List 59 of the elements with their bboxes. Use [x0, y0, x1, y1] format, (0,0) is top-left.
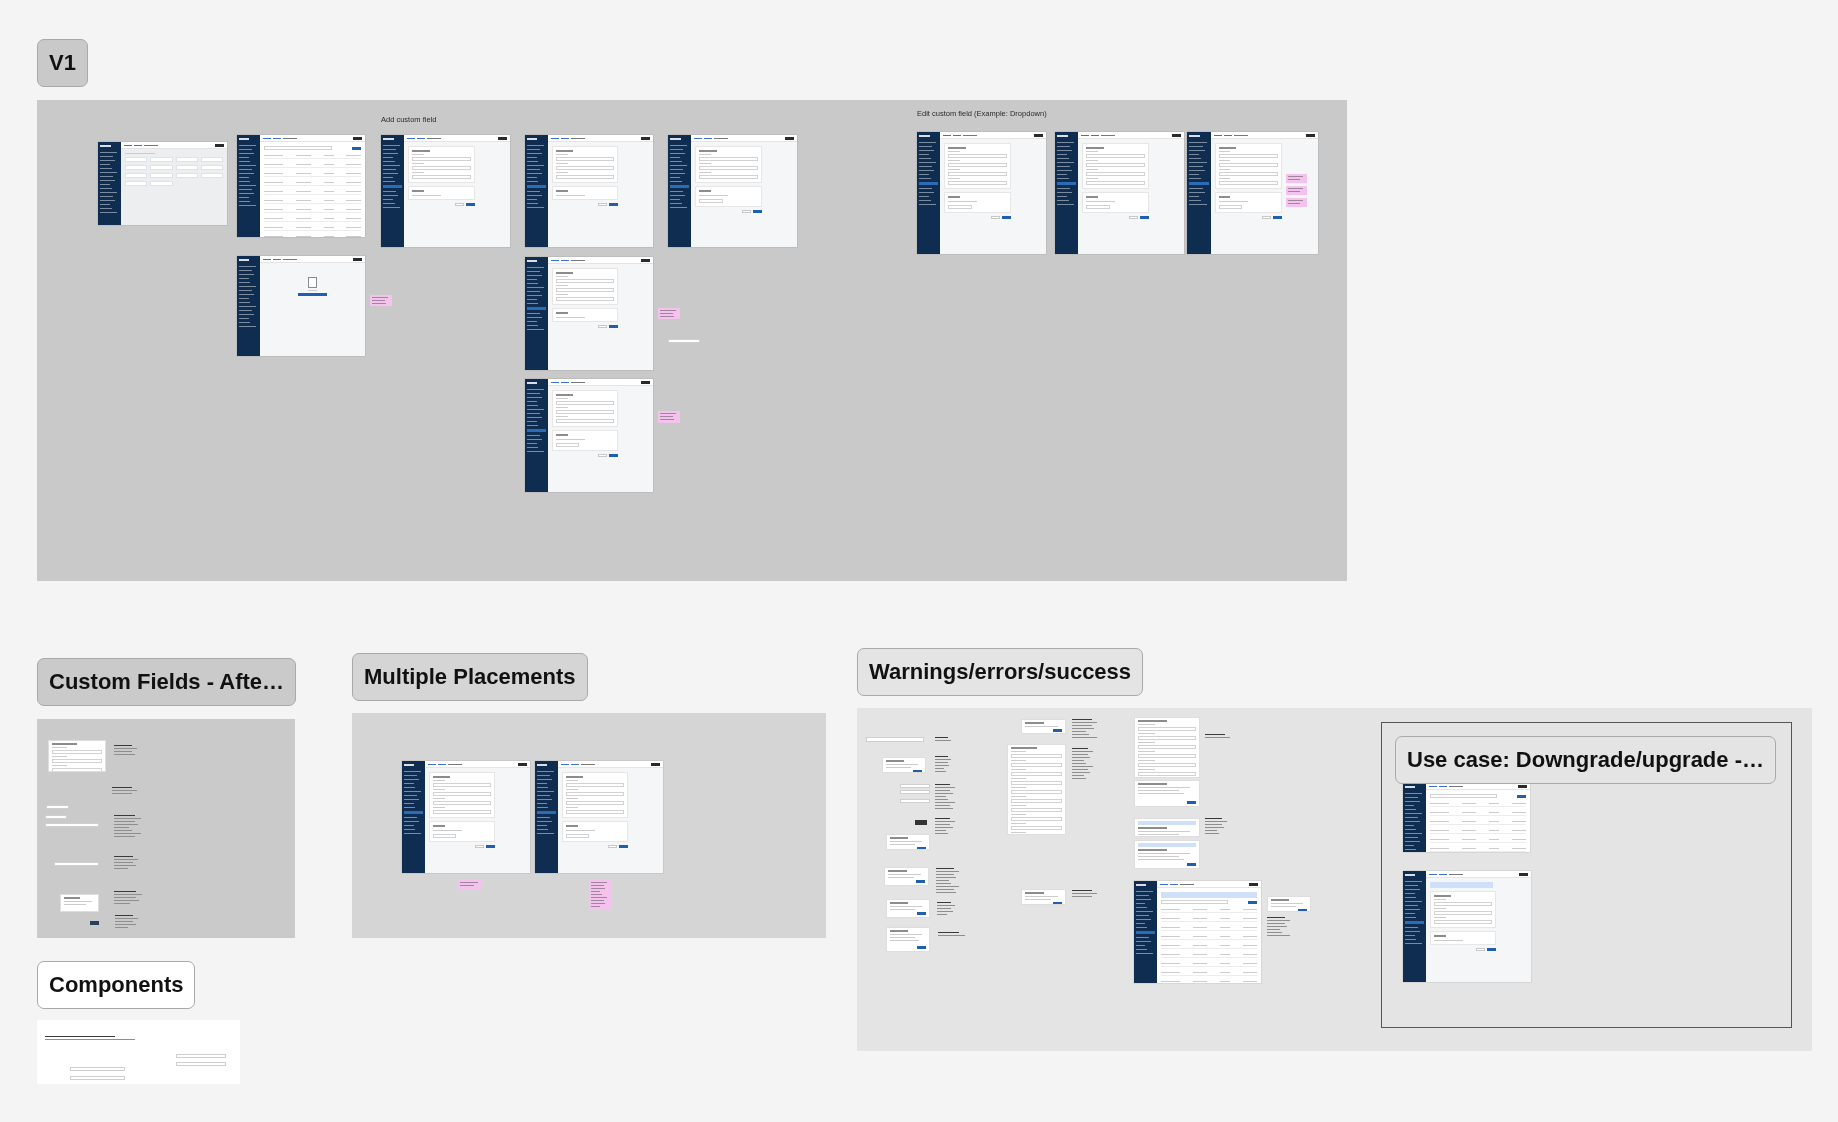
text-lines-thumbnail — [935, 818, 957, 837]
text-lines-thumbnail — [114, 856, 141, 870]
sticky-note — [370, 295, 392, 306]
card-thumbnail — [882, 757, 926, 773]
sticky-note — [458, 880, 482, 889]
card-thumbnail — [1134, 780, 1200, 807]
section-label: Components — [37, 961, 196, 1009]
text-lines-thumbnail — [112, 787, 140, 796]
sticky-note — [658, 308, 680, 319]
card-thumbnail — [886, 927, 930, 952]
text-lines-thumbnail — [1205, 818, 1229, 835]
sticky-note — [1286, 174, 1307, 183]
section-label: Use case: Downgrade/upgrade -… — [1395, 736, 1776, 784]
card-thumbnail — [1134, 717, 1200, 778]
section-label: Custom Fields - Afte… — [37, 658, 297, 706]
field-thumbnail — [70, 1076, 125, 1080]
card-thumbnail — [48, 740, 106, 772]
text-lines-thumbnail — [938, 932, 968, 937]
text-lines-thumbnail — [114, 745, 140, 756]
text-lines-thumbnail — [935, 737, 953, 742]
card-thumbnail — [1134, 818, 1200, 837]
field-thumbnail — [176, 1062, 226, 1066]
card-thumbnail — [884, 867, 929, 886]
field-thumbnail — [668, 339, 700, 343]
card-thumbnail — [60, 894, 99, 912]
text-lines-thumbnail — [1072, 719, 1100, 740]
button-thumbnail — [90, 921, 99, 925]
text-lines-thumbnail — [935, 756, 953, 775]
field-thumbnail — [45, 815, 67, 819]
card-thumbnail — [1134, 840, 1200, 869]
text-lines-thumbnail — [114, 891, 145, 907]
text-lines-thumbnail — [1267, 917, 1292, 938]
sticky-note — [1286, 186, 1307, 195]
card-thumbnail — [886, 834, 930, 850]
field-thumbnail — [46, 805, 69, 809]
text-lines-thumbnail — [1072, 890, 1100, 898]
tooltip-thumbnail — [915, 820, 927, 825]
field-thumbnail — [45, 823, 99, 827]
section-label: Warnings/errors/success — [857, 648, 1144, 696]
text-lines-thumbnail — [1072, 748, 1095, 781]
card-thumbnail — [1021, 719, 1066, 734]
sticky-note — [1286, 198, 1307, 207]
field-thumbnail — [176, 1054, 226, 1058]
text-lines-thumbnail — [114, 815, 144, 839]
card-thumbnail — [886, 899, 930, 918]
text-lines-thumbnail — [115, 915, 141, 931]
card-thumbnail — [1021, 889, 1066, 905]
text-lines-thumbnail — [935, 784, 957, 810]
text-lines-thumbnail — [937, 902, 957, 917]
field-thumbnail — [54, 862, 99, 866]
card-thumbnail — [1267, 896, 1311, 912]
text-lines-thumbnail — [936, 868, 961, 896]
section-label: V1 — [37, 39, 88, 87]
text-lines-thumbnail — [1205, 734, 1233, 739]
section-label: Multiple Placements — [352, 653, 588, 701]
field-thumbnail — [866, 737, 924, 742]
sticky-note — [589, 880, 611, 910]
sticky-note — [658, 411, 680, 423]
field-thumbnail — [70, 1067, 125, 1071]
